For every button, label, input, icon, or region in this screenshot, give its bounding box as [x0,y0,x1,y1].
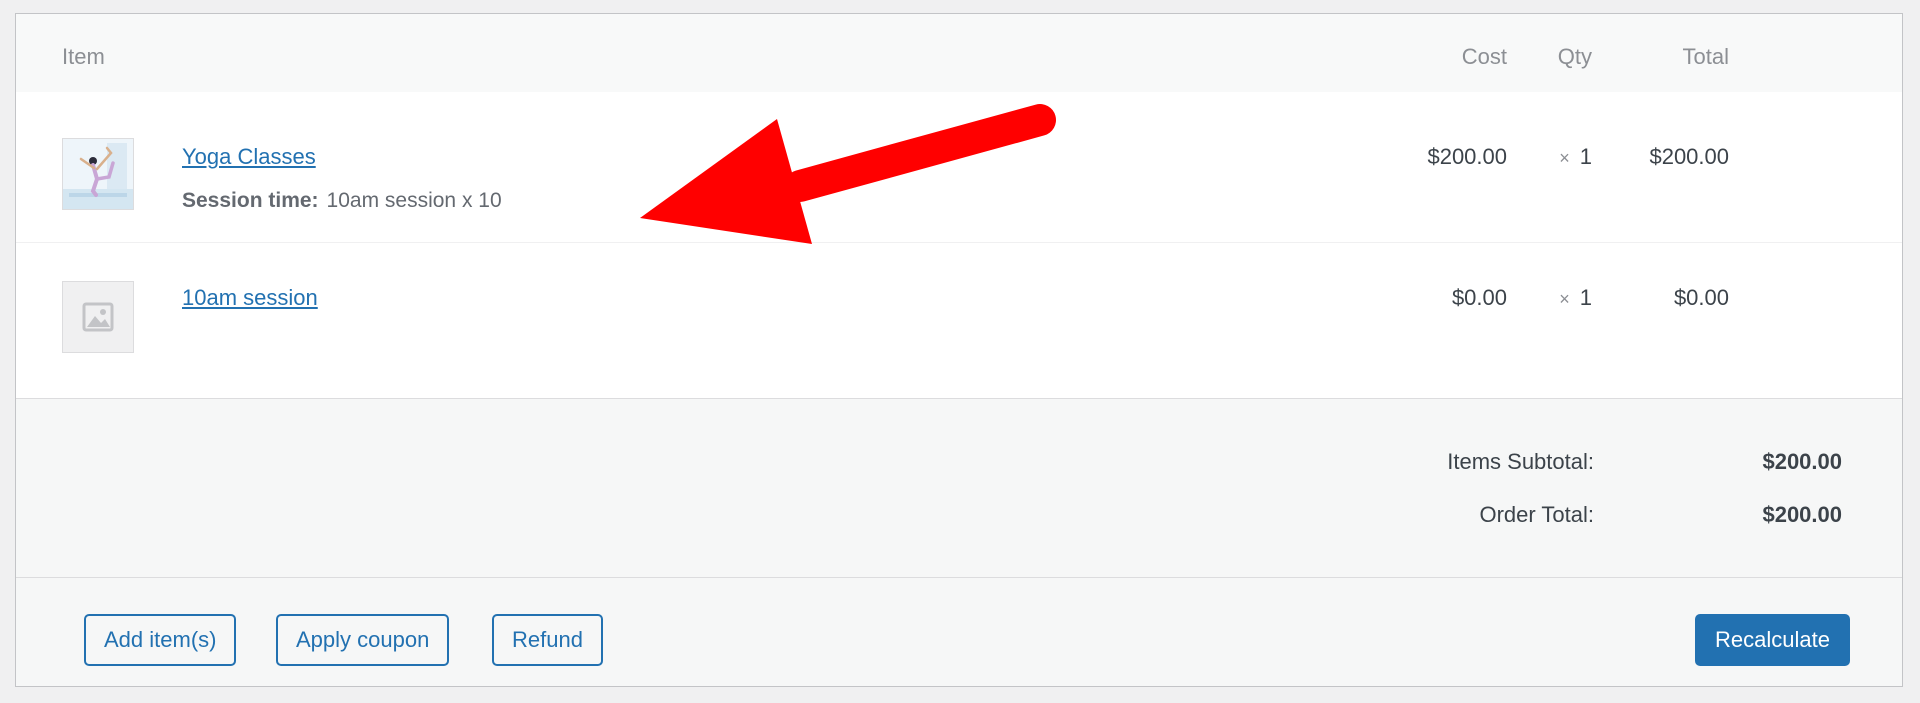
session-product-thumbnail[interactable] [62,281,134,353]
column-header-total: Total [1682,44,1729,69]
item-total: $200.00 [1649,144,1729,169]
recalculate-button[interactable]: Recalculate [1695,614,1850,666]
yoga-pose-image [63,139,133,209]
times-sign: × [1559,148,1570,168]
item-qty: × 1 [1559,144,1592,170]
item-qty-value: 1 [1579,285,1592,310]
add-items-button[interactable]: Add item(s) [84,614,237,666]
yoga-product-thumbnail[interactable] [62,138,134,210]
column-header-item: Item [62,44,105,69]
item-qty: × 1 [1559,285,1592,311]
item-qty-value: 1 [1579,144,1592,169]
item-cost: $200.00 [1427,144,1507,169]
item-meta: Session time: 10am session x 10 [182,189,502,213]
placeholder-image-icon [63,282,133,352]
order-totals: Items Subtotal: $200.00 Order Total: $20… [16,398,1902,578]
column-header-qty: Qty [1557,44,1592,69]
product-link-10am-session[interactable]: 10am session [182,285,318,311]
annotation-arrow-icon [640,104,1056,244]
product-link-yoga-classes[interactable]: Yoga Classes [182,144,316,170]
order-actions-bar: Add item(s) Apply coupon Refund Recalcul… [16,578,1902,686]
order-total-value: $200.00 [1762,502,1842,527]
items-subtotal-value: $200.00 [1762,449,1842,474]
column-header-cost: Cost [1461,44,1507,69]
meta-key-session-time: Session time: [182,189,319,212]
order-total-label: Order Total: [1479,502,1594,527]
items-subtotal-label: Items Subtotal: [1447,449,1594,474]
item-total: $0.00 [1673,285,1729,310]
apply-coupon-button[interactable]: Apply coupon [276,614,450,666]
table-header: Item Cost Qty Total [16,14,1902,92]
meta-value-session-time: 10am session x 10 [326,189,502,212]
times-sign: × [1559,289,1570,309]
table-row: 10am session $0.00 × 1 $0.00 [16,243,1902,398]
item-cost: $0.00 [1451,285,1507,310]
refund-button[interactable]: Refund [492,614,603,666]
